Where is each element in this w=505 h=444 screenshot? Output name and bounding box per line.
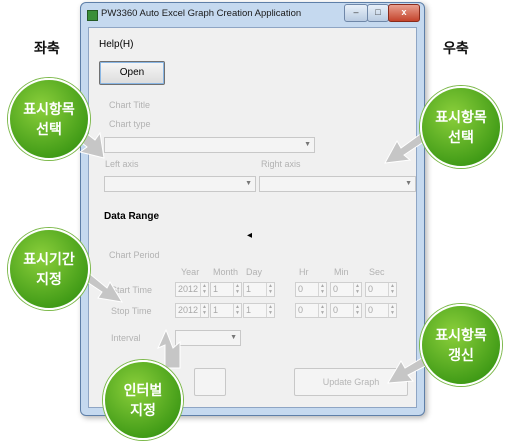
callout-update: 표시항목 갱신	[420, 304, 502, 386]
arrow-interval	[157, 328, 181, 369]
callout-arrows	[65, 121, 438, 384]
callout-interval-line2: 지정	[130, 402, 156, 418]
callout-interval-line1: 인터벌	[123, 382, 163, 398]
callout-period-line1: 표시기간	[23, 251, 75, 267]
callout-period-line2: 지정	[36, 271, 62, 287]
callout-update-line1: 표시항목	[435, 327, 487, 343]
callout-right-select-line2: 선택	[448, 129, 474, 145]
callout-right-select: 표시항목 선택	[420, 86, 502, 168]
callout-right-select-line1: 표시항목	[435, 109, 487, 125]
callout-left-select-line2: 선택	[36, 121, 62, 137]
callout-left-select: 표시항목 선택	[8, 78, 90, 160]
callout-left-select-line1: 표시항목	[23, 101, 75, 117]
arrow-period	[83, 273, 123, 303]
callout-update-line2: 갱신	[448, 347, 474, 363]
callout-interval: 인터벌 지정	[103, 360, 183, 440]
callout-period: 표시기간 지정	[8, 228, 90, 310]
